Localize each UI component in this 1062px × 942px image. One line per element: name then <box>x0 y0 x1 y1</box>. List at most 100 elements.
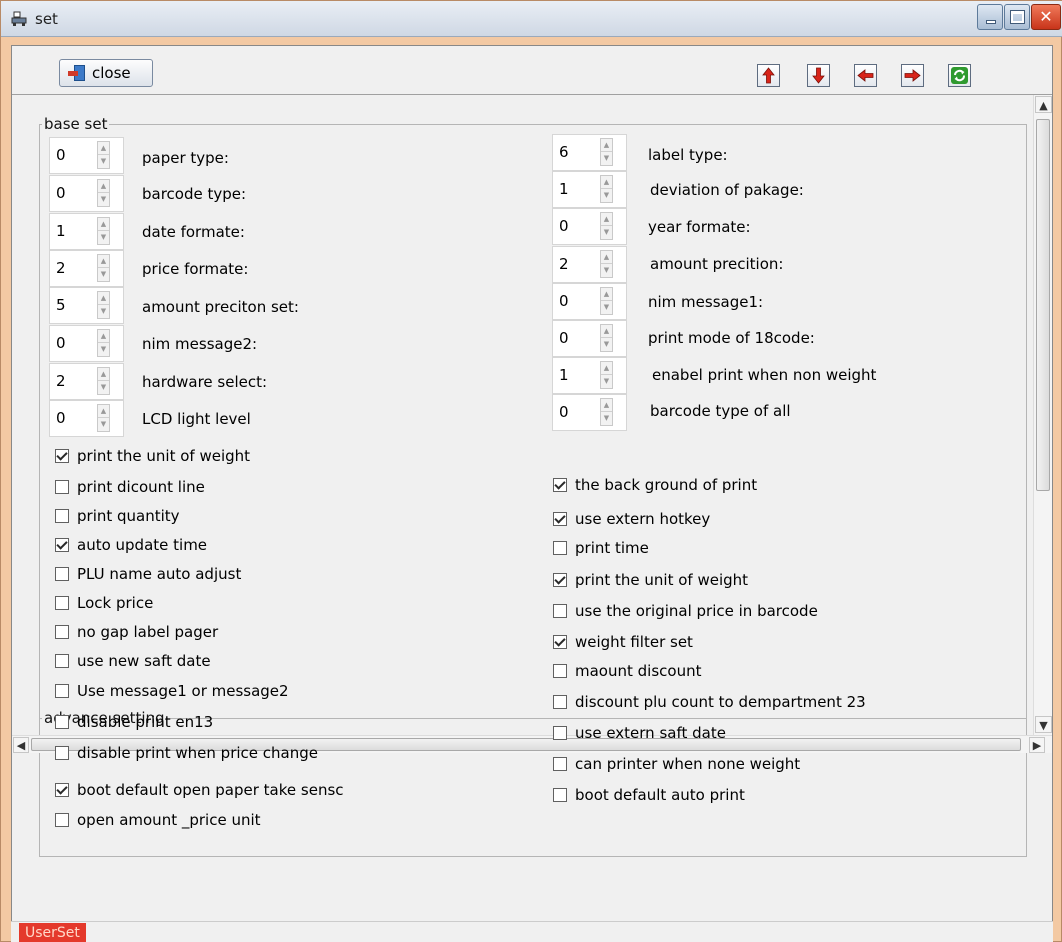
spin-value[interactable]: 1 <box>559 180 569 198</box>
checkbox-box[interactable] <box>55 783 69 797</box>
spin-buttons[interactable]: ▲ ▼ <box>600 361 613 389</box>
spin-down-icon[interactable]: ▼ <box>601 412 612 425</box>
spin-up-icon[interactable]: ▲ <box>601 399 612 412</box>
spin-buttons[interactable]: ▲ ▼ <box>600 250 613 278</box>
left-checkbox-3[interactable]: auto update time <box>55 536 207 554</box>
scroll-down-icon[interactable]: ▼ <box>1035 716 1052 733</box>
spin-value[interactable]: 1 <box>559 366 569 384</box>
spin-down-icon[interactable]: ▼ <box>98 418 109 431</box>
right-checkbox-6[interactable]: maount discount <box>553 662 701 680</box>
left-checkbox-11[interactable]: boot default open paper take sensc <box>55 781 344 799</box>
spin-up-icon[interactable]: ▲ <box>601 176 612 189</box>
spin-down-icon[interactable]: ▼ <box>601 338 612 351</box>
spin-up-icon[interactable]: ▲ <box>601 325 612 338</box>
window-close-button[interactable]: ✕ <box>1031 4 1061 30</box>
left-spin-7[interactable]: 0 ▲ ▼ <box>49 400 124 437</box>
spin-down-icon[interactable]: ▼ <box>98 381 109 394</box>
spin-value[interactable]: 5 <box>56 296 66 314</box>
spin-up-icon[interactable]: ▲ <box>98 180 109 193</box>
spin-up-icon[interactable]: ▲ <box>98 405 109 418</box>
spin-buttons[interactable]: ▲ ▼ <box>600 175 613 203</box>
spin-up-icon[interactable]: ▲ <box>98 218 109 231</box>
maximize-button[interactable] <box>1004 4 1030 30</box>
left-checkbox-2[interactable]: print quantity <box>55 507 180 525</box>
checkbox-box[interactable] <box>55 567 69 581</box>
checkbox-box[interactable] <box>553 635 567 649</box>
spin-down-icon[interactable]: ▼ <box>601 264 612 277</box>
left-checkbox-0[interactable]: print the unit of weight <box>55 447 250 465</box>
checkbox-box[interactable] <box>55 449 69 463</box>
left-checkbox-1[interactable]: print dicount line <box>55 478 205 496</box>
checkbox-box[interactable] <box>553 726 567 740</box>
refresh-button[interactable] <box>948 64 971 87</box>
left-checkbox-7[interactable]: use new saft date <box>55 652 211 670</box>
right-checkbox-7[interactable]: discount plu count to dempartment 23 <box>553 693 866 711</box>
minimize-button[interactable] <box>977 4 1003 30</box>
move-down-button[interactable] <box>807 64 830 87</box>
checkbox-box[interactable] <box>55 509 69 523</box>
right-checkbox-8[interactable]: use extern saft date <box>553 724 726 742</box>
spin-value[interactable]: 0 <box>56 334 66 352</box>
left-spin-5[interactable]: 0 ▲ ▼ <box>49 325 124 362</box>
left-checkbox-6[interactable]: no gap label pager <box>55 623 218 641</box>
right-spin-0[interactable]: 6 ▲ ▼ <box>552 134 627 171</box>
spin-value[interactable]: 2 <box>56 372 66 390</box>
spin-buttons[interactable]: ▲ ▼ <box>97 254 110 282</box>
right-checkbox-1[interactable]: use extern hotkey <box>553 510 710 528</box>
spin-value[interactable]: 0 <box>56 146 66 164</box>
left-checkbox-4[interactable]: PLU name auto adjust <box>55 565 241 583</box>
right-spin-3[interactable]: 2 ▲ ▼ <box>552 246 627 283</box>
left-spin-3[interactable]: 2 ▲ ▼ <box>49 250 124 287</box>
right-checkbox-5[interactable]: weight filter set <box>553 633 693 651</box>
checkbox-box[interactable] <box>55 813 69 827</box>
left-spin-0[interactable]: 0 ▲ ▼ <box>49 137 124 174</box>
right-checkbox-10[interactable]: boot default auto print <box>553 786 745 804</box>
checkbox-box[interactable] <box>55 480 69 494</box>
spin-down-icon[interactable]: ▼ <box>98 193 109 206</box>
left-checkbox-10[interactable]: disable print when price change <box>55 744 318 762</box>
left-spin-4[interactable]: 5 ▲ ▼ <box>49 287 124 324</box>
move-right-button[interactable] <box>901 64 924 87</box>
checkbox-box[interactable] <box>55 596 69 610</box>
checkbox-box[interactable] <box>553 478 567 492</box>
spin-down-icon[interactable]: ▼ <box>98 305 109 318</box>
left-checkbox-8[interactable]: Use message1 or message2 <box>55 682 289 700</box>
spin-value[interactable]: 1 <box>56 222 66 240</box>
checkbox-box[interactable] <box>553 695 567 709</box>
spin-up-icon[interactable]: ▲ <box>98 368 109 381</box>
left-spin-6[interactable]: 2 ▲ ▼ <box>49 363 124 400</box>
right-spin-5[interactable]: 0 ▲ ▼ <box>552 320 627 357</box>
left-spin-2[interactable]: 1 ▲ ▼ <box>49 213 124 250</box>
right-checkbox-0[interactable]: the back ground of print <box>553 476 757 494</box>
left-spin-1[interactable]: 0 ▲ ▼ <box>49 175 124 212</box>
checkbox-box[interactable] <box>55 654 69 668</box>
spin-value[interactable]: 0 <box>56 184 66 202</box>
spin-up-icon[interactable]: ▲ <box>601 139 612 152</box>
spin-value[interactable]: 0 <box>56 409 66 427</box>
spin-buttons[interactable]: ▲ ▼ <box>600 398 613 426</box>
spin-up-icon[interactable]: ▲ <box>601 251 612 264</box>
right-spin-7[interactable]: 0 ▲ ▼ <box>552 394 627 431</box>
scroll-up-icon[interactable]: ▲ <box>1035 96 1052 113</box>
checkbox-box[interactable] <box>55 684 69 698</box>
spin-value[interactable]: 0 <box>559 217 569 235</box>
spin-up-icon[interactable]: ▲ <box>601 362 612 375</box>
checkbox-box[interactable] <box>55 538 69 552</box>
vertical-scroll-thumb[interactable] <box>1036 119 1050 491</box>
spin-down-icon[interactable]: ▼ <box>601 375 612 388</box>
spin-down-icon[interactable]: ▼ <box>98 343 109 356</box>
checkbox-box[interactable] <box>553 664 567 678</box>
right-checkbox-3[interactable]: print the unit of weight <box>553 571 748 589</box>
spin-buttons[interactable]: ▲ ▼ <box>600 212 613 240</box>
right-checkbox-4[interactable]: use the original price in barcode <box>553 602 818 620</box>
spin-buttons[interactable]: ▲ ▼ <box>97 291 110 319</box>
checkbox-box[interactable] <box>553 541 567 555</box>
vertical-scrollbar[interactable]: ▲ ▼ <box>1033 95 1052 735</box>
left-checkbox-9[interactable]: disable print en13 <box>55 713 213 731</box>
title-bar[interactable]: set ✕ <box>1 1 1062 37</box>
spin-value[interactable]: 6 <box>559 143 569 161</box>
checkbox-box[interactable] <box>55 625 69 639</box>
spin-up-icon[interactable]: ▲ <box>601 288 612 301</box>
checkbox-box[interactable] <box>553 512 567 526</box>
spin-down-icon[interactable]: ▼ <box>98 231 109 244</box>
